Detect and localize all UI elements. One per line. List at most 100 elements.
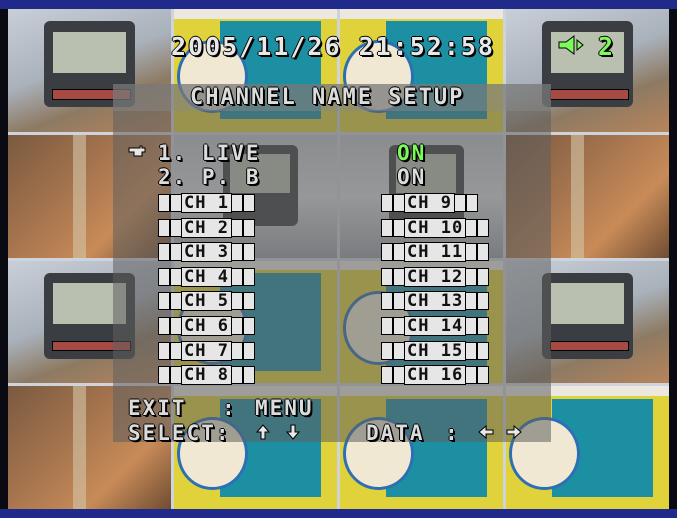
char-box [243, 293, 254, 310]
char-box [466, 367, 477, 384]
channel-name-text: CH 3 [182, 242, 231, 263]
char-box [243, 219, 254, 236]
channel-name-text: CH 11 [405, 242, 466, 263]
channel-name-field-left[interactable]: CH 6 [158, 313, 255, 335]
char-box [171, 342, 181, 359]
channel-name-field-right[interactable]: CH 13 [381, 288, 489, 312]
channel-name-text: CH 15 [405, 340, 466, 361]
char-box [394, 219, 404, 236]
char-box [243, 244, 254, 261]
char-box [466, 195, 477, 211]
channel-name-text: CH 4 [182, 266, 231, 287]
channel-name-text: CH 9 [405, 193, 454, 213]
menu-title: CHANNEL NAME SETUP [190, 85, 465, 110]
channel-name-text: CH 8 [182, 365, 231, 386]
char-box [243, 268, 254, 285]
menu-item-playback[interactable]: 2. P. B [158, 165, 261, 189]
char-box [478, 268, 489, 285]
channel-name-text: CH 16 [405, 365, 466, 386]
left-arrow-icon [478, 425, 494, 439]
char-box [394, 195, 404, 211]
char-box [466, 293, 477, 310]
channel-name-field-left[interactable]: CH 5 [158, 288, 255, 312]
char-box [171, 195, 181, 211]
char-box [394, 244, 404, 261]
menu-item-playback-value[interactable]: ON [397, 165, 426, 189]
char-box [171, 367, 181, 384]
char-box [171, 219, 181, 236]
channel-name-text: CH 13 [405, 291, 466, 312]
bottom-border [0, 509, 677, 518]
char-box [231, 244, 242, 261]
channel-name-field-left[interactable]: CH 1 [158, 190, 255, 212]
char-box [382, 342, 392, 359]
char-box [231, 195, 242, 211]
channel-name-text: CH 2 [182, 217, 231, 238]
char-box [478, 293, 489, 310]
channel-name-field-right[interactable]: CH 12 [381, 264, 489, 286]
char-box [394, 318, 404, 334]
char-box [382, 293, 392, 310]
char-box [466, 219, 477, 236]
channel-name-field-left[interactable]: CH 2 [158, 215, 255, 237]
char-box [243, 195, 254, 211]
char-box [478, 367, 489, 384]
char-box [231, 219, 242, 236]
channel-name-text: CH 1 [182, 193, 231, 213]
char-box [243, 367, 254, 384]
char-box [171, 244, 181, 261]
char-box [159, 318, 169, 334]
channel-name-field-right[interactable]: CH 15 [381, 338, 489, 360]
char-box [382, 195, 392, 211]
char-box [159, 244, 169, 261]
data-label: DATA [366, 421, 425, 445]
channel-name-field-right[interactable]: CH 11 [381, 239, 489, 263]
char-box [159, 219, 169, 236]
char-box [231, 367, 242, 384]
char-box [159, 293, 169, 310]
char-box [159, 367, 169, 384]
channel-name-field-left[interactable]: CH 7 [158, 338, 255, 360]
char-box [171, 318, 181, 334]
char-box [231, 293, 242, 310]
channel-name-field-left[interactable]: CH 4 [158, 264, 255, 286]
menu-item-live[interactable]: 1. LIVE [158, 141, 261, 165]
char-box [231, 342, 242, 359]
channel-name-field-right[interactable]: CH 9 [381, 190, 478, 212]
speaker-icon [558, 35, 584, 55]
exit-separator: : [222, 396, 237, 420]
char-box [382, 318, 392, 334]
char-box [466, 244, 477, 261]
char-box [159, 268, 169, 285]
char-box [171, 293, 181, 310]
char-box [382, 219, 392, 236]
char-box [159, 195, 169, 211]
char-box [243, 342, 254, 359]
char-box [478, 219, 489, 236]
date-time-display: 2005/11/26 21:52:58 [171, 32, 495, 61]
channel-name-text: CH 5 [182, 291, 231, 312]
channel-name-field-right[interactable]: CH 10 [381, 215, 489, 237]
char-box [478, 318, 489, 334]
select-label: SELECT: [128, 421, 231, 445]
exit-value: MENU [255, 396, 314, 420]
char-box [454, 195, 465, 211]
char-box [394, 367, 404, 384]
channel-name-field-right[interactable]: CH 16 [381, 362, 489, 386]
channel-name-text: CH 10 [405, 217, 466, 238]
char-box [231, 268, 242, 285]
char-box [478, 342, 489, 359]
top-border [0, 0, 677, 9]
right-arrow-icon [506, 425, 522, 439]
char-box [382, 367, 392, 384]
char-box [466, 318, 477, 334]
channel-number: 2 [598, 32, 616, 61]
dvr-screen: 2005/11/26 21:52:58 2 CHANNEL NAME SETUP… [0, 0, 677, 518]
channel-name-field-left[interactable]: CH 3 [158, 239, 255, 263]
channel-name-field-left[interactable]: CH 8 [158, 362, 255, 386]
channel-name-field-right[interactable]: CH 14 [381, 313, 489, 335]
menu-item-live-value[interactable]: ON [397, 141, 426, 165]
down-arrow-icon [286, 424, 300, 440]
char-box [466, 268, 477, 285]
char-box [394, 342, 404, 359]
